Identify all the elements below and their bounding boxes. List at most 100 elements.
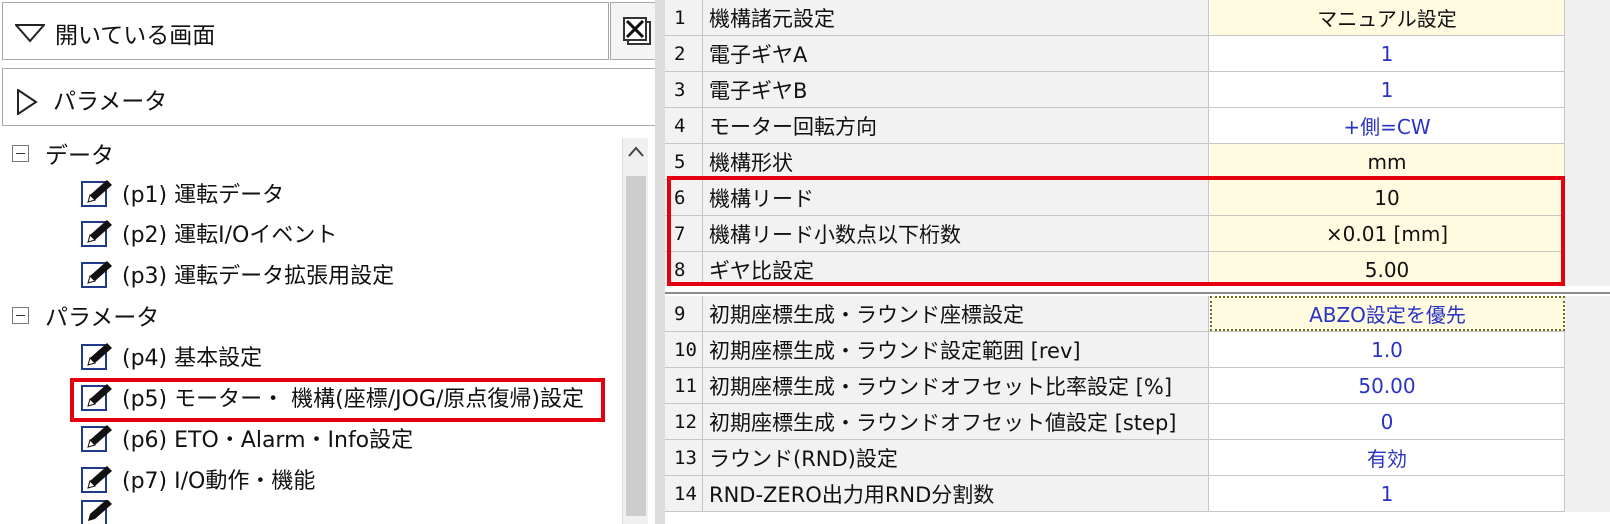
edit-pencil-icon bbox=[81, 180, 112, 207]
tree-scrollbar[interactable] bbox=[622, 138, 648, 524]
category-label: データ bbox=[45, 143, 114, 169]
parameter-value[interactable]: 1 bbox=[1210, 36, 1565, 71]
table-row[interactable]: 13 ラウンド(RND)設定 有効 bbox=[665, 440, 1610, 476]
parameter-value[interactable]: 0 bbox=[1210, 404, 1565, 439]
parameter-value[interactable]: ABZO設定を優先 bbox=[1210, 296, 1565, 331]
tree-item-label: (p7) I/O動作・機能 bbox=[122, 469, 316, 494]
row-filler bbox=[1565, 404, 1610, 440]
row-number: 3 bbox=[665, 72, 703, 107]
table-row[interactable]: 2 電子ギヤA 1 bbox=[665, 36, 1610, 72]
collapse-box-icon[interactable] bbox=[12, 306, 29, 324]
row-filler bbox=[1565, 108, 1610, 144]
row-number: 1 bbox=[665, 0, 703, 35]
open-screens-label: 開いている画面 bbox=[55, 23, 216, 49]
edit-pencil-icon bbox=[81, 425, 112, 452]
table-row[interactable]: 11 初期座標生成・ラウンドオフセット比率設定 [%] 50.00 bbox=[665, 368, 1610, 404]
row-filler bbox=[1565, 144, 1610, 180]
edit-pencil-icon bbox=[81, 500, 112, 524]
table-row[interactable]: 5 機構形状 mm bbox=[665, 144, 1610, 180]
row-number: 5 bbox=[665, 144, 703, 179]
edit-pencil-icon bbox=[81, 466, 112, 493]
highlight-box-rows bbox=[667, 176, 1565, 286]
tree-item-label: (p2) 運転I/Oイベント bbox=[122, 223, 338, 248]
row-filler bbox=[1565, 180, 1610, 216]
parameter-value[interactable]: 1 bbox=[1210, 72, 1565, 107]
table-row[interactable]: 4 モーター回転方向 +側=CW bbox=[665, 108, 1610, 144]
table-row[interactable]: 1 機構諸元設定 マニュアル設定 bbox=[665, 0, 1610, 36]
tree-category-data[interactable]: データ bbox=[12, 134, 114, 172]
pane-splitter[interactable] bbox=[655, 0, 665, 524]
tree-item-p1[interactable]: (p1) 運転データ bbox=[80, 174, 284, 212]
parameter-value[interactable]: 50.00 bbox=[1210, 368, 1565, 403]
parameter-value[interactable]: マニュアル設定 bbox=[1210, 0, 1565, 35]
row-filler bbox=[1565, 252, 1610, 288]
parameter-name: 電子ギヤB bbox=[703, 72, 1209, 107]
edit-pencil-icon bbox=[81, 220, 112, 247]
parameter-name: 初期座標生成・ラウンド座標設定 bbox=[703, 296, 1209, 331]
parameter-value[interactable]: +側=CW bbox=[1210, 108, 1565, 143]
parameter-value[interactable]: 1.0 bbox=[1210, 332, 1565, 367]
row-number: 9 bbox=[665, 296, 703, 331]
parameter-name: 初期座標生成・ラウンドオフセット値設定 [step] bbox=[703, 404, 1209, 439]
row-number: 2 bbox=[665, 36, 703, 71]
parameter-header[interactable]: パラメータ bbox=[2, 68, 666, 126]
table-row[interactable]: 3 電子ギヤB 1 bbox=[665, 72, 1610, 108]
tree-item-p6[interactable]: (p6) ETO・Alarm・Info設定 bbox=[80, 419, 413, 457]
parameter-name: ラウンド(RND)設定 bbox=[703, 440, 1209, 475]
parameter-name: 電子ギヤA bbox=[703, 36, 1209, 71]
scrollbar-thumb[interactable] bbox=[626, 176, 646, 516]
parameter-name: 機構形状 bbox=[703, 144, 1209, 179]
parameter-grid: 1 機構諸元設定 マニュアル設定 2 電子ギヤA 1 3 電子ギヤB 1 4 モ… bbox=[665, 0, 1610, 524]
tree-item-label: (p4) 基本設定 bbox=[122, 346, 263, 371]
tree-item-label: (p1) 運転データ bbox=[122, 183, 285, 208]
table-row[interactable]: 12 初期座標生成・ラウンドオフセット値設定 [step] 0 bbox=[665, 404, 1610, 440]
table-row[interactable]: 9 初期座標生成・ラウンド座標設定 ABZO設定を優先 bbox=[665, 296, 1610, 332]
row-filler bbox=[1565, 296, 1610, 332]
row-filler bbox=[1565, 332, 1610, 368]
category-label: パラメータ bbox=[45, 305, 160, 331]
tree-item-label: (p6) ETO・Alarm・Info設定 bbox=[122, 428, 414, 453]
parameter-name: モーター回転方向 bbox=[703, 108, 1209, 143]
tree-item-label: (p3) 運転データ拡張用設定 bbox=[122, 264, 395, 289]
tree-item-p3[interactable]: (p3) 運転データ拡張用設定 bbox=[80, 255, 394, 293]
table-row[interactable]: 14 RND-ZERO出力用RND分割数 1 bbox=[665, 476, 1610, 512]
screen-tree: データ (p1) 運転データ (p2) 運転I/Oイベント (p3) 運転データ… bbox=[0, 134, 634, 524]
row-filler bbox=[1565, 440, 1610, 476]
collapse-triangle-icon bbox=[15, 24, 45, 43]
tree-item-p4[interactable]: (p4) 基本設定 bbox=[80, 337, 262, 375]
parameter-value[interactable]: 1 bbox=[1210, 476, 1565, 511]
row-filler bbox=[1565, 476, 1610, 512]
row-filler bbox=[1565, 368, 1610, 404]
tree-item-partial[interactable] bbox=[80, 500, 122, 524]
row-number: 14 bbox=[665, 476, 703, 511]
row-number: 13 bbox=[665, 440, 703, 475]
navigation-pane: 開いている画面 パラメータ データ (p1) 運転データ (p2) 運転I/Oイ… bbox=[0, 0, 668, 524]
parameter-name: RND-ZERO出力用RND分割数 bbox=[703, 476, 1209, 511]
row-number: 12 bbox=[665, 404, 703, 439]
row-filler bbox=[1565, 72, 1610, 108]
parameter-value[interactable]: mm bbox=[1210, 144, 1565, 179]
parameter-value[interactable]: 有効 bbox=[1210, 440, 1565, 475]
row-number: 10 bbox=[665, 332, 703, 367]
tree-category-parameter[interactable]: パラメータ bbox=[12, 296, 159, 334]
table-row[interactable]: 10 初期座標生成・ラウンド設定範囲 [rev] 1.0 bbox=[665, 332, 1610, 368]
edit-pencil-icon bbox=[81, 343, 112, 370]
collapse-box-icon[interactable] bbox=[12, 144, 29, 162]
tree-item-p7[interactable]: (p7) I/O動作・機能 bbox=[80, 460, 315, 498]
parameter-name: 初期座標生成・ラウンド設定範囲 [rev] bbox=[703, 332, 1209, 367]
scroll-up-arrow-icon[interactable] bbox=[628, 146, 644, 158]
row-filler bbox=[1565, 216, 1610, 252]
row-filler bbox=[1565, 0, 1610, 36]
row-number: 4 bbox=[665, 108, 703, 143]
section-separator bbox=[665, 286, 1610, 294]
expand-triangle-icon bbox=[17, 89, 38, 115]
highlight-box-tree-item bbox=[70, 378, 605, 422]
edit-pencil-icon bbox=[81, 261, 112, 288]
tree-item-p2[interactable]: (p2) 運転I/Oイベント bbox=[80, 214, 337, 252]
parameter-name: 機構諸元設定 bbox=[703, 0, 1209, 35]
parameter-header-label: パラメータ bbox=[53, 89, 168, 115]
parameter-name: 初期座標生成・ラウンドオフセット比率設定 [%] bbox=[703, 368, 1209, 403]
row-filler bbox=[1565, 36, 1610, 72]
row-number: 11 bbox=[665, 368, 703, 403]
open-screens-header[interactable]: 開いている画面 bbox=[2, 2, 609, 60]
